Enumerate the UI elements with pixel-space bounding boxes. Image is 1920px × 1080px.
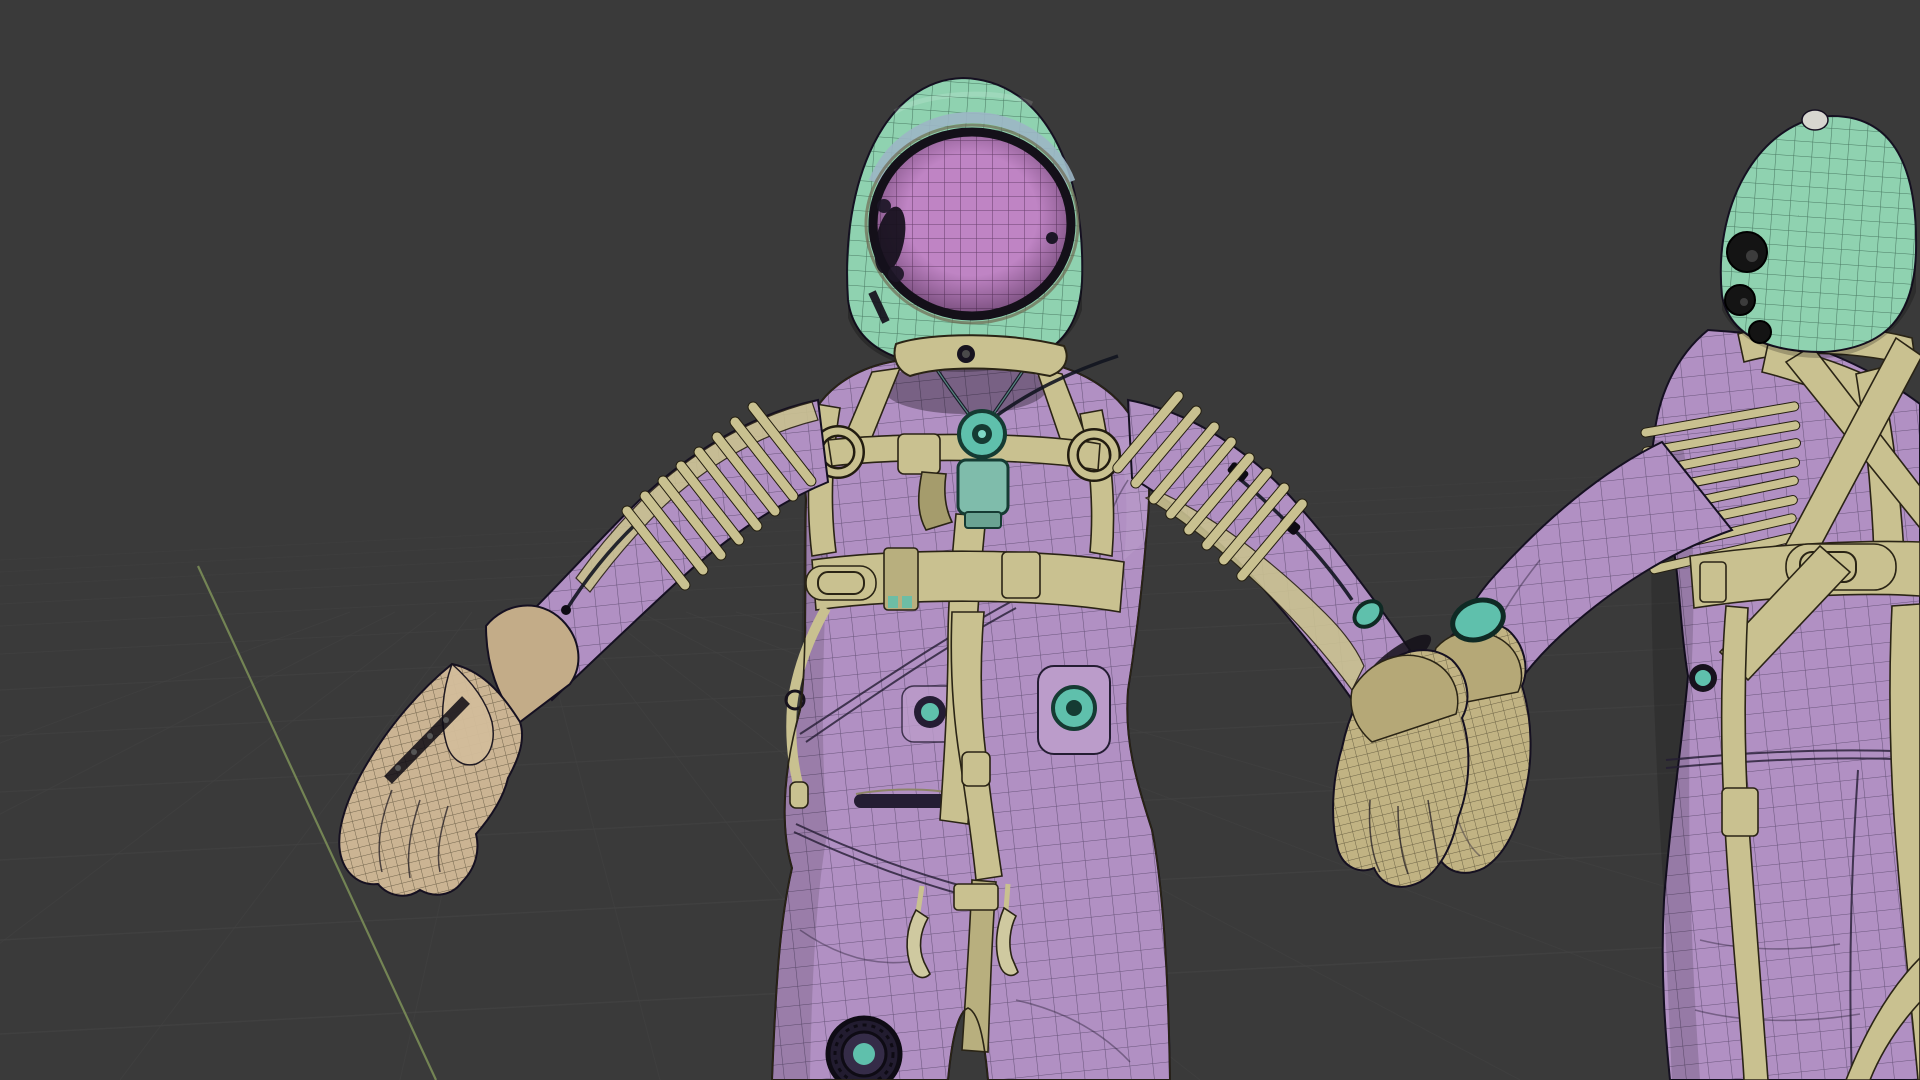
arm-hardware-dot [561,605,571,615]
thigh-connector-ring[interactable] [825,1015,903,1080]
hip-port[interactable] [1689,664,1717,692]
strap-keeper [961,751,991,787]
helmet-latch [1046,232,1058,244]
chest-buckle [897,433,941,475]
viewport-canvas[interactable] [0,0,1920,1080]
valve-box [956,458,1010,516]
leg-strap-buckle [1721,787,1759,837]
belt-clip [1699,561,1727,603]
dangling-strap-end [789,781,809,809]
helmet-top-knob [1801,109,1829,131]
crotch-buckle [953,883,999,911]
valve-center [1066,700,1082,716]
neck-ring-knob-center [962,350,970,358]
waist-clip-right [1001,551,1041,599]
chest-port[interactable] [921,703,939,721]
